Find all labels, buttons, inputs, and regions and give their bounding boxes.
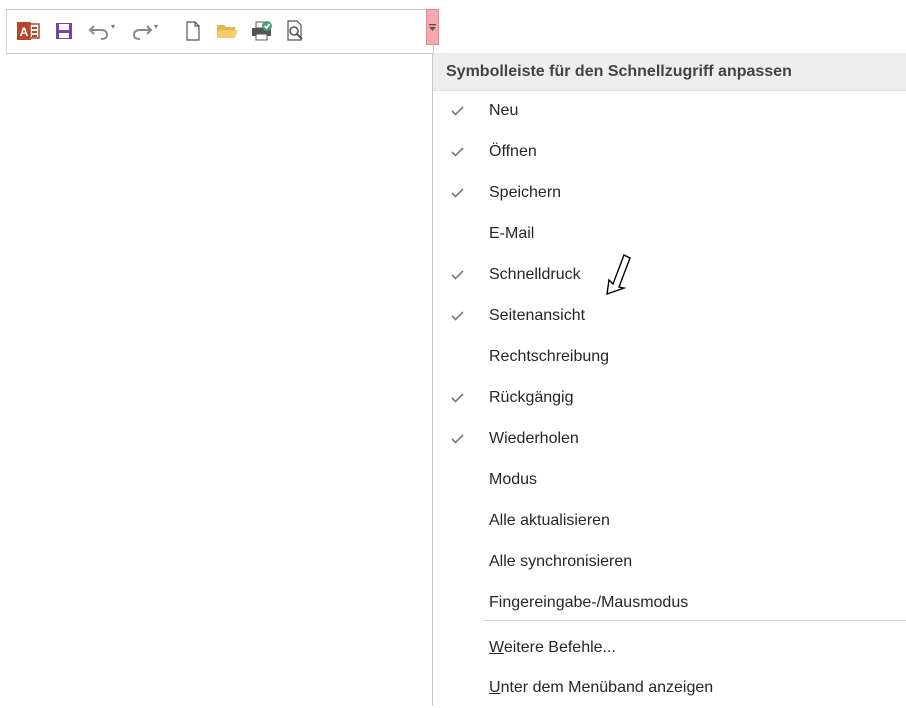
menu-item-label: Alle synchronisieren (489, 553, 633, 570)
undo-dropdown-icon[interactable]: ▾ (111, 22, 115, 31)
menu-item-4[interactable]: Schnelldruck (433, 255, 906, 295)
menu-separator (483, 620, 906, 621)
menu-item-3[interactable]: E-Mail (433, 214, 906, 254)
checkmark-icon (451, 91, 465, 131)
menu-item-11[interactable]: Alle synchronisieren (433, 542, 906, 582)
access-logo-icon[interactable]: A (16, 18, 42, 44)
menu-item-8[interactable]: Wiederholen (433, 419, 906, 459)
save-icon[interactable] (51, 18, 77, 44)
show-below-accel: U (489, 679, 501, 696)
menu-item-2[interactable]: Speichern (433, 173, 906, 213)
menu-item-label: E-Mail (489, 225, 535, 242)
redo-dropdown-icon[interactable]: ▾ (154, 22, 158, 31)
new-document-icon[interactable] (180, 18, 206, 44)
mouse-pointer-icon (606, 254, 631, 296)
quick-print-icon[interactable] (249, 18, 275, 44)
menu-item-7[interactable]: Rückgängig (433, 378, 906, 418)
menu-item-label: Fingereingabe-/Mausmodus (489, 594, 689, 611)
quick-access-toolbar: A ▾ ▾ (6, 9, 434, 54)
checkmark-placeholder (451, 214, 465, 254)
menu-item-label: Modus (489, 471, 538, 488)
menu-item-label: Öffnen (489, 143, 537, 160)
print-preview-icon[interactable] (283, 18, 309, 44)
more-commands-item[interactable]: Weitere Befehle... (433, 628, 906, 668)
menu-item-10[interactable]: Alle aktualisieren (433, 501, 906, 541)
redo-icon[interactable] (129, 18, 155, 44)
checkmark-icon (451, 378, 465, 418)
menu-item-1[interactable]: Öffnen (433, 132, 906, 172)
menu-item-label: Speichern (489, 184, 562, 201)
menu-item-label: Rechtschreibung (489, 348, 610, 365)
checkmark-icon (451, 296, 465, 336)
checkmark-placeholder (451, 337, 465, 377)
open-folder-icon[interactable] (214, 18, 240, 44)
undo-icon[interactable] (86, 18, 112, 44)
checkmark-placeholder (451, 542, 465, 582)
checkmark-placeholder (451, 583, 465, 623)
menu-title: Symbolleiste für den Schnellzugriff anpa… (433, 53, 906, 91)
checkmark-icon (451, 173, 465, 213)
menu-item-9[interactable]: Modus (433, 460, 906, 500)
show-below-ribbon-item[interactable]: Unter dem Menüband anzeigen (433, 668, 906, 708)
checkmark-icon (451, 132, 465, 172)
menu-item-label: Rückgängig (489, 389, 574, 406)
customize-toolbar-menu: Symbolleiste für den Schnellzugriff anpa… (432, 53, 906, 706)
svg-text:A: A (20, 25, 29, 39)
checkmark-placeholder (451, 460, 465, 500)
show-below-label: nter dem Menüband anzeigen (500, 679, 714, 696)
checkmark-placeholder (451, 501, 465, 541)
menu-item-label: Seitenansicht (489, 307, 586, 324)
menu-item-12[interactable]: Fingereingabe-/Mausmodus (433, 583, 906, 623)
more-commands-accel: W (489, 639, 504, 656)
customize-toolbar-button[interactable] (426, 9, 439, 45)
menu-item-6[interactable]: Rechtschreibung (433, 337, 906, 377)
menu-item-5[interactable]: Seitenansicht (433, 296, 906, 336)
more-commands-label: eitere Befehle... (503, 639, 616, 656)
menu-item-label: Schnelldruck (489, 266, 581, 283)
checkmark-icon (451, 255, 465, 295)
menu-item-label: Neu (489, 102, 519, 119)
checkmark-icon (451, 419, 465, 459)
menu-item-label: Wiederholen (489, 430, 579, 447)
menu-item-label: Alle aktualisieren (489, 512, 610, 529)
menu-item-0[interactable]: Neu (433, 91, 906, 131)
dropdown-arrow-icon (429, 24, 436, 31)
